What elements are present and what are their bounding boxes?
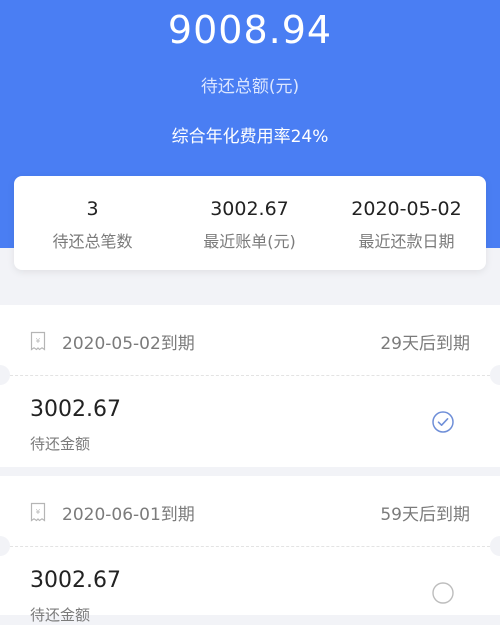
- svg-text:¥: ¥: [36, 337, 41, 345]
- summary-label: 最近账单(元): [203, 232, 296, 251]
- receipt-icon: ¥: [30, 502, 46, 522]
- bill-card-header: ¥ 2020-06-01到期 59天后到期: [0, 476, 500, 546]
- bill-card[interactable]: ¥ 2020-05-02到期 29天后到期 3002.67 待还金额: [0, 305, 500, 467]
- svg-text:¥: ¥: [36, 508, 41, 516]
- summary-item-recent-bill: 3002.67 最近账单(元): [171, 198, 328, 252]
- summary-value: 3002.67: [210, 198, 289, 220]
- ticket-notch: [490, 536, 500, 556]
- ticket-notch: [490, 365, 500, 385]
- total-amount-label: 待还总额(元): [200, 77, 300, 97]
- bill-amount-label: 待还金额: [30, 435, 91, 453]
- summary-item-recent-date: 2020-05-02 最近还款日期: [328, 198, 485, 252]
- radio-circle-icon[interactable]: [432, 582, 454, 604]
- summary-item-count: 3 待还总笔数: [14, 198, 171, 252]
- bill-card-header: ¥ 2020-05-02到期 29天后到期: [0, 305, 500, 375]
- total-amount: 9008.94: [167, 8, 333, 52]
- summary-card: 3 待还总笔数 3002.67 最近账单(元) 2020-05-02 最近还款日…: [14, 176, 486, 270]
- dashed-divider: [0, 375, 500, 376]
- due-date: 2020-05-02到期: [62, 334, 195, 354]
- days-until-due: 29天后到期: [380, 334, 470, 354]
- days-until-due: 59天后到期: [380, 505, 470, 525]
- bill-card[interactable]: ¥ 2020-06-01到期 59天后到期 3002.67 待还金额: [0, 476, 500, 624]
- due-date: 2020-06-01到期: [62, 505, 195, 525]
- summary-value: 2020-05-02: [351, 198, 462, 220]
- summary-label: 待还总笔数: [52, 232, 133, 251]
- bill-amount: 3002.67: [30, 397, 121, 422]
- check-circle-icon[interactable]: [432, 411, 454, 433]
- summary-label: 最近还款日期: [358, 232, 455, 251]
- summary-value: 3: [86, 198, 99, 220]
- receipt-icon: ¥: [30, 331, 46, 351]
- bill-amount: 3002.67: [30, 568, 121, 593]
- annual-rate-text: 综合年化费用率24%: [171, 127, 329, 147]
- dashed-divider: [0, 546, 500, 547]
